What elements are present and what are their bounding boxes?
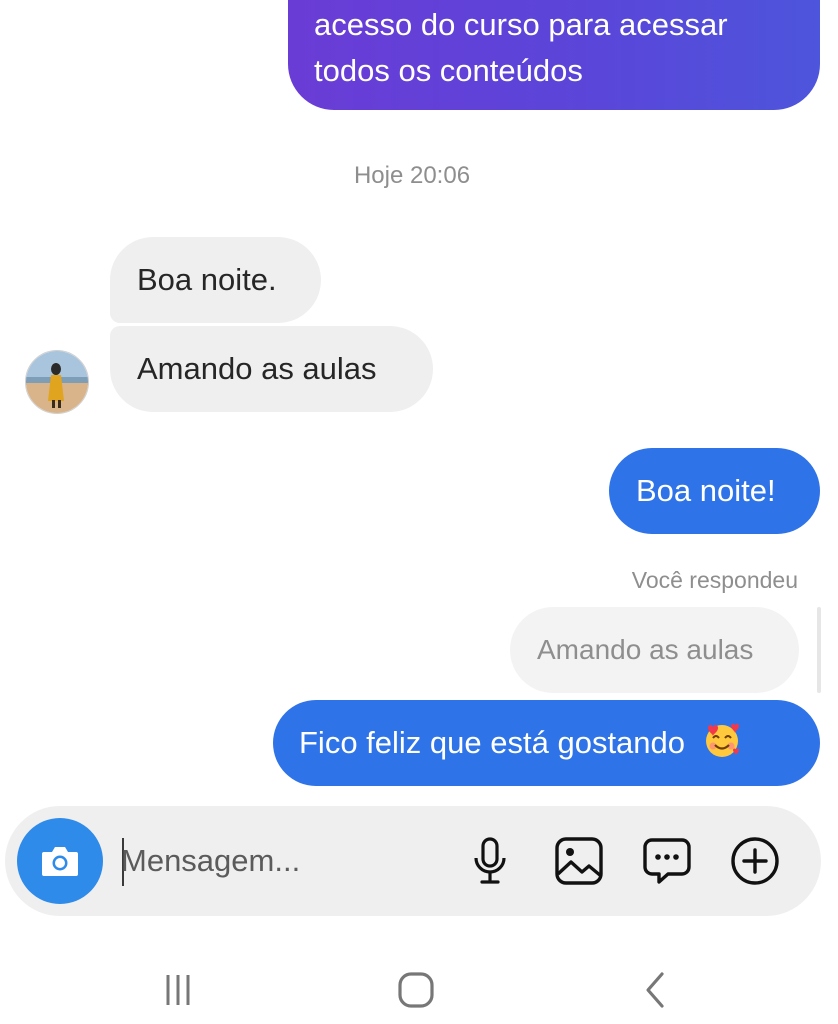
microphone-button[interactable]	[460, 831, 520, 891]
message-line: todos os conteúdos	[314, 53, 583, 88]
sticker-button[interactable]	[637, 831, 697, 891]
recent-apps-button[interactable]	[148, 960, 208, 1020]
sent-message-bubble[interactable]: acesso do curso para acessar todos os co…	[288, 0, 820, 110]
chat-screen: acesso do curso para acessar todos os co…	[0, 0, 838, 1024]
plus-circle-icon	[731, 837, 779, 885]
microphone-icon	[474, 837, 506, 884]
back-icon	[646, 972, 664, 1008]
recent-apps-icon	[166, 975, 190, 1005]
avatar[interactable]	[25, 350, 89, 414]
camera-button[interactable]	[17, 818, 103, 904]
message-text: Boa noite!	[636, 473, 776, 508]
message-input[interactable]	[121, 830, 451, 892]
reply-label: Você respondeu	[631, 567, 798, 593]
sent-message-bubble[interactable]: Boa noite!	[609, 448, 820, 534]
gallery-button[interactable]	[549, 831, 609, 891]
reply-indicator-bar	[817, 607, 821, 693]
received-message-bubble[interactable]: Amando as aulas	[110, 326, 433, 412]
received-message-bubble[interactable]: Boa noite.	[110, 237, 321, 323]
message-line: acesso do curso para acessar	[314, 7, 728, 42]
smiling-face-with-hearts-emoji-icon	[705, 723, 739, 757]
quoted-message-text: Amando as aulas	[537, 634, 754, 665]
sent-message-bubble[interactable]: Fico feliz que está gostando	[273, 700, 820, 786]
timestamp: Hoje 20:06	[353, 162, 471, 189]
message-text: Boa noite.	[137, 262, 277, 297]
message-text: Amando as aulas	[137, 351, 377, 386]
message-text: Fico feliz que está gostando	[299, 725, 686, 760]
message-composer	[5, 806, 821, 916]
camera-icon	[42, 847, 78, 876]
system-navigation-bar	[0, 944, 838, 1024]
quoted-message-bubble[interactable]: Amando as aulas	[510, 607, 799, 693]
gallery-icon	[555, 837, 603, 885]
home-button[interactable]	[386, 960, 446, 1020]
back-button[interactable]	[626, 960, 686, 1020]
home-icon	[398, 972, 434, 1008]
avatar-photo-icon	[26, 351, 88, 413]
sticker-chat-icon	[643, 838, 691, 884]
more-options-button[interactable]	[725, 831, 785, 891]
